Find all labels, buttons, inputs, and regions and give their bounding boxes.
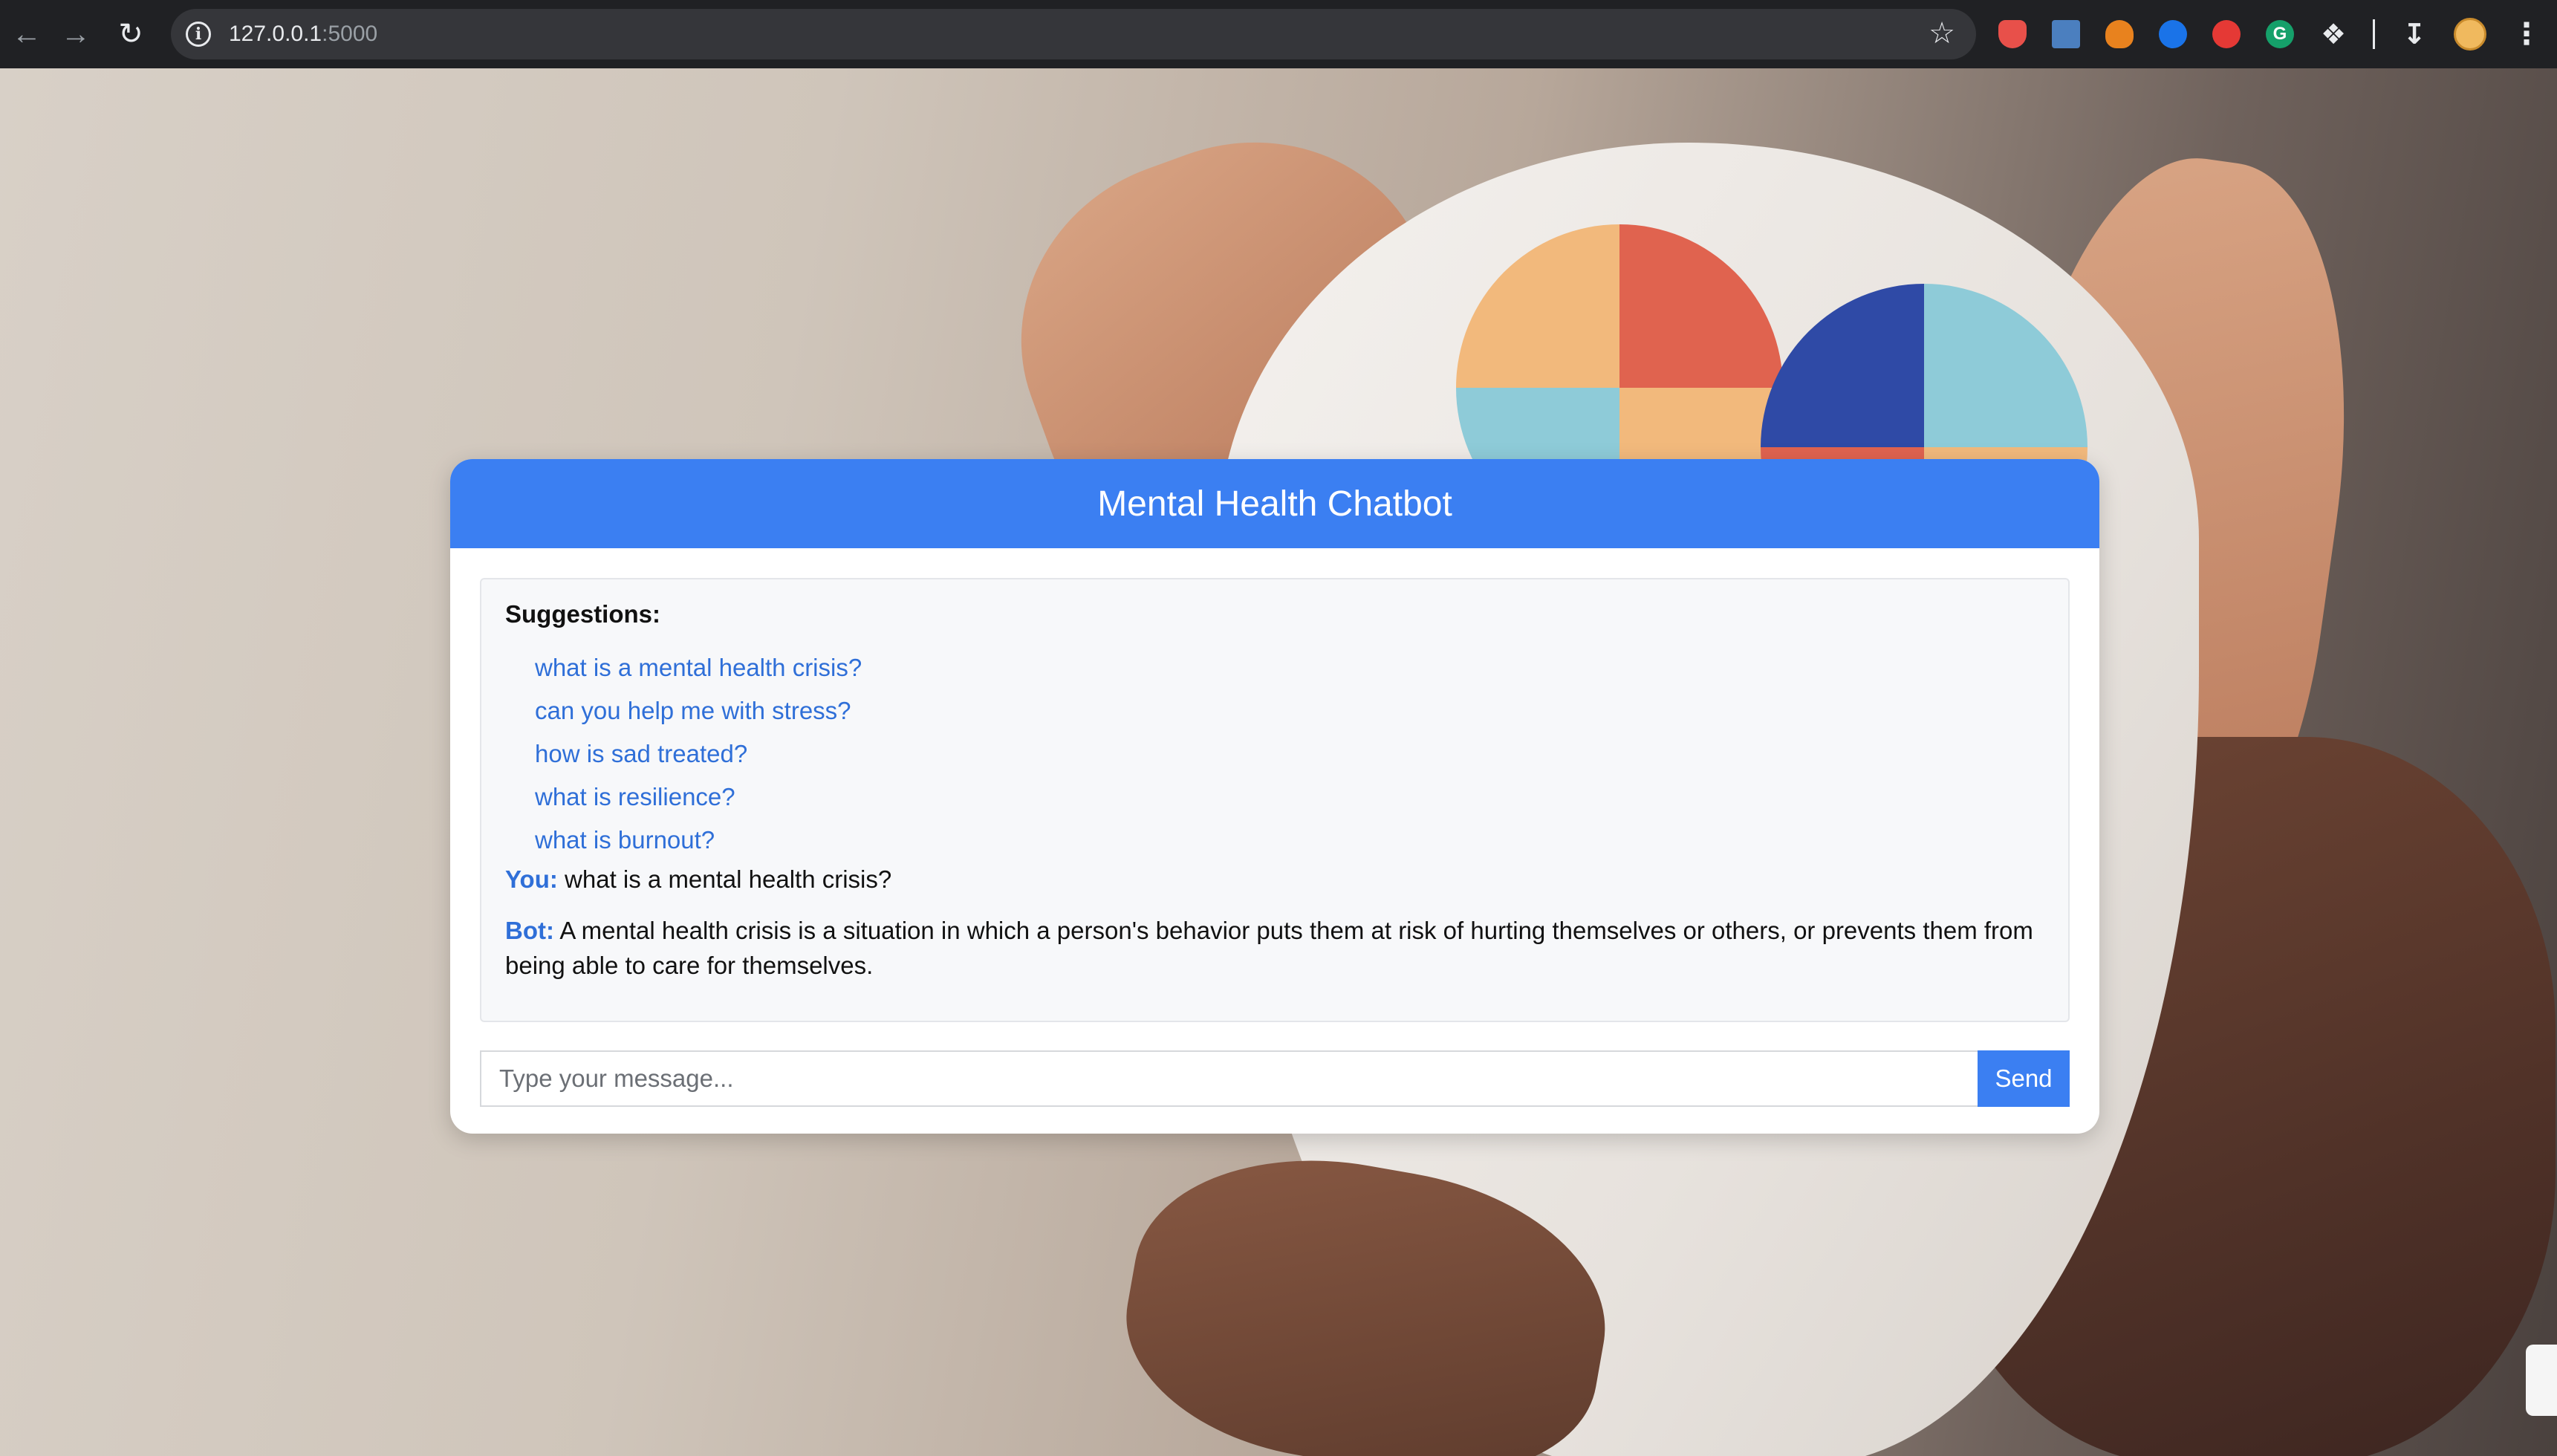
red-extension-icon[interactable]: [2212, 20, 2241, 48]
suggestion-item[interactable]: what is burnout?: [535, 819, 2044, 862]
suggestion-item[interactable]: how is sad treated?: [535, 732, 2044, 776]
suggestions-heading: Suggestions:: [505, 600, 661, 628]
grammar-extension-icon[interactable]: G: [2266, 20, 2294, 48]
message-text: A mental health crisis is a situation in…: [505, 917, 2033, 979]
message-composer: Send: [480, 1050, 2070, 1107]
suggestion-item[interactable]: what is resilience?: [535, 776, 2044, 819]
chat-log: Suggestions: what is a mental health cri…: [480, 578, 2070, 1022]
bot-message: Bot: A mental health crisis is a situati…: [505, 913, 2044, 983]
reload-button[interactable]: ↻: [104, 7, 157, 61]
arrow-left-icon: ←: [12, 17, 42, 51]
toolbar-divider: [2373, 19, 2375, 49]
suggestion-item[interactable]: what is a mental health crisis?: [535, 646, 2044, 689]
speaker-label: You:: [505, 865, 558, 893]
message-input[interactable]: [480, 1050, 1978, 1107]
extensions-puzzle-icon[interactable]: ❖: [2319, 19, 2348, 51]
url-host: 127.0.0.1: [229, 22, 322, 46]
site-info-icon[interactable]: i: [186, 22, 211, 47]
suggestion-item[interactable]: can you help me with stress?: [535, 689, 2044, 732]
aperture-extension-icon[interactable]: [2159, 20, 2187, 48]
forward-button[interactable]: →: [49, 7, 103, 61]
download-icon[interactable]: ↧: [2400, 19, 2428, 51]
chatbot-card: Mental Health Chatbot Suggestions: what …: [450, 459, 2099, 1134]
back-button[interactable]: ←: [0, 7, 53, 61]
reload-icon: ↻: [118, 18, 143, 51]
speaker-label: Bot:: [505, 917, 554, 944]
fox-extension-icon[interactable]: [2105, 20, 2134, 48]
arrow-right-icon: →: [61, 17, 91, 51]
extensions-area: G ❖ ↧ ⋮: [1998, 13, 2541, 55]
bookmark-star-icon[interactable]: ☆: [1929, 16, 1955, 51]
side-panel-handle[interactable]: [2526, 1345, 2557, 1416]
message-text: what is a mental health crisis?: [557, 865, 892, 893]
profile-avatar[interactable]: [2454, 18, 2486, 51]
image-extension-icon[interactable]: [2052, 20, 2080, 48]
send-button[interactable]: Send: [1978, 1050, 2070, 1107]
address-bar[interactable]: i 127.0.0.1:5000 ☆: [171, 9, 1976, 59]
menu-kebab-icon[interactable]: ⋮: [2512, 17, 2541, 51]
url-port: :5000: [322, 22, 378, 46]
user-message: You: what is a mental health crisis?: [505, 862, 2044, 897]
suggestions-list: what is a mental health crisis? can you …: [505, 646, 2044, 862]
chatbot-title: Mental Health Chatbot: [450, 459, 2099, 548]
browser-toolbar: ← → ↻ i 127.0.0.1:5000 ☆ G ❖ ↧ ⋮: [0, 0, 2557, 68]
shield-extension-icon[interactable]: [1998, 20, 2027, 48]
